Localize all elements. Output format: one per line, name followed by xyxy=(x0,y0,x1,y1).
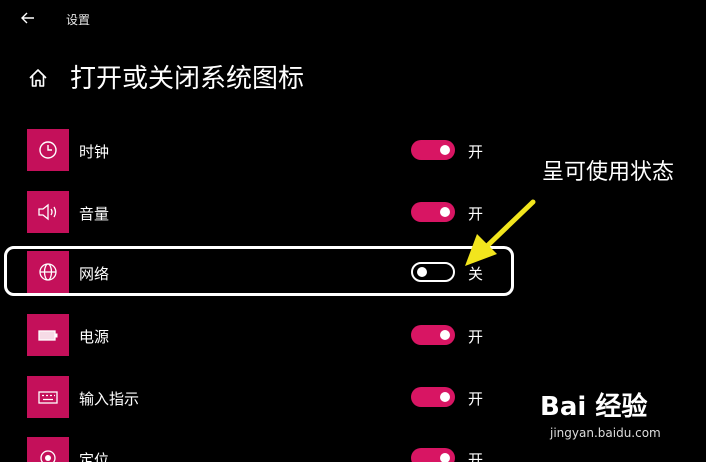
home-icon[interactable] xyxy=(27,67,49,89)
toggle-state-text: 开 xyxy=(468,328,484,346)
setting-label: 输入指示 xyxy=(79,390,140,408)
setting-label: 电源 xyxy=(79,328,110,346)
setting-label: 时钟 xyxy=(79,143,110,161)
toggle-state-text: 开 xyxy=(468,390,484,408)
toggle-state-text: 开 xyxy=(468,143,484,161)
keyboard-icon xyxy=(27,376,69,418)
location-toggle[interactable] xyxy=(411,448,455,462)
power-toggle[interactable] xyxy=(411,325,455,345)
annotation-text: 呈可使用状态 xyxy=(542,160,675,185)
page-title: 打开或关闭系统图标 xyxy=(70,64,305,94)
setting-row-volume: 音量 开 xyxy=(27,191,497,235)
watermark-brand: Bai 经验 xyxy=(540,392,648,422)
volume-icon xyxy=(27,191,69,233)
input-indicator-toggle[interactable] xyxy=(411,387,455,407)
toggle-state-text: 开 xyxy=(468,451,484,462)
back-arrow-icon[interactable] xyxy=(18,8,38,28)
setting-label: 定位 xyxy=(79,451,110,462)
annotation-arrow-icon xyxy=(465,199,536,266)
setting-row-clock: 时钟 开 xyxy=(27,129,497,173)
clock-icon xyxy=(27,129,69,171)
location-icon xyxy=(27,437,69,462)
baidu-jingyan-watermark: Bai 经验 jingyan.baidu.com xyxy=(540,386,700,446)
volume-toggle[interactable] xyxy=(411,202,455,222)
battery-icon xyxy=(27,314,69,356)
setting-row-location: 定位 开 xyxy=(27,437,497,462)
highlight-box xyxy=(4,246,514,296)
window-title: 设置 xyxy=(66,13,91,27)
clock-toggle[interactable] xyxy=(411,140,455,160)
setting-row-power: 电源 开 xyxy=(27,314,497,358)
settings-window: 设置 打开或关闭系统图标 时钟 开 音量 开 网络 关 电源 开 输入指示 开 … xyxy=(0,0,706,462)
setting-label: 音量 xyxy=(79,205,110,223)
watermark-url: jingyan.baidu.com xyxy=(550,426,661,440)
setting-row-input-indicator: 输入指示 开 xyxy=(27,376,497,420)
